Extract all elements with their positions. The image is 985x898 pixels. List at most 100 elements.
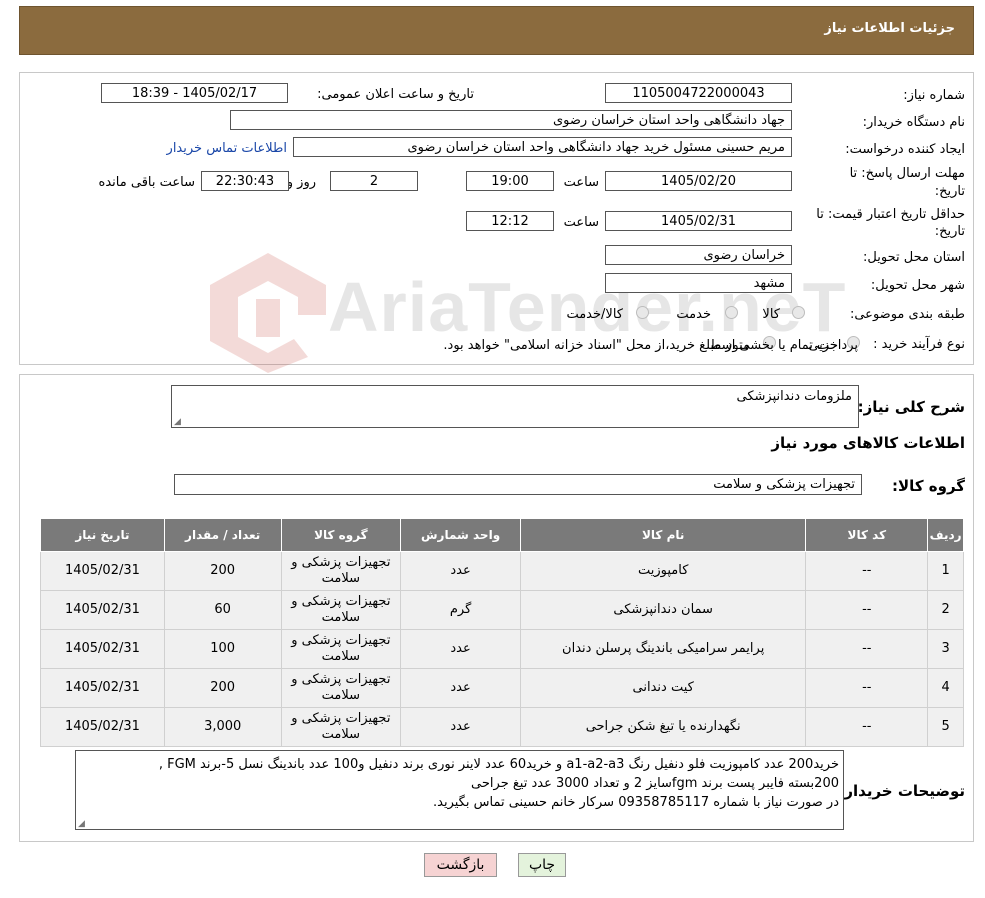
col-unit-header: واحد شمارش <box>400 518 521 552</box>
price-validity-date-field: 1405/02/31 <box>605 211 792 231</box>
watermark-logo-icon <box>210 253 326 373</box>
page-title: جزئیات اطلاعات نیاز <box>824 21 955 36</box>
col-name-header: نام کالا <box>519 518 807 552</box>
category-service-radio[interactable] <box>725 306 738 319</box>
announce-label: تاریخ و ساعت اعلان عمومی: <box>317 87 474 102</box>
province-label: استان محل تحویل: <box>863 250 965 265</box>
cell-qty: 200 <box>163 551 282 591</box>
cell-code: -- <box>805 629 929 669</box>
cell-unit: گرم <box>400 590 521 630</box>
remaining-time-field: 22:30:43 <box>201 171 289 191</box>
cell-date: 1405/02/31 <box>40 551 165 591</box>
price-validity-label-date: تاریخ: <box>934 224 965 239</box>
cell-unit: عدد <box>400 551 521 591</box>
days-label: روز و <box>286 175 316 190</box>
cell-row: 1 <box>927 551 964 591</box>
buyer-org-label: نام دستگاه خریدار: <box>862 115 965 130</box>
cell-unit: عدد <box>400 629 521 669</box>
buyer-contact-link[interactable]: اطلاعات تماس خریدار <box>167 141 287 156</box>
cell-name: کامپوزیت <box>519 551 807 591</box>
category-goods-service-label: کالا/خدمت <box>566 307 623 322</box>
price-validity-time-field: 12:12 <box>466 211 554 231</box>
cell-group: تجهیزات پزشکی و سلامت <box>280 629 402 669</box>
price-validity-label: حداقل تاریخ اعتبار قیمت: تا <box>816 207 965 222</box>
need-number-field: 1105004722000043 <box>605 83 792 103</box>
goods-group-field: تجهیزات پزشکی و سلامت <box>174 474 862 495</box>
goods-table: ردیف کد کالا نام کالا واحد شمارش گروه کا… <box>40 518 964 747</box>
cell-code: -- <box>805 590 929 630</box>
cell-name: پرایمر سرامیکی باندینگ پرسلن دندان <box>519 629 807 669</box>
city-field: مشهد <box>605 273 792 293</box>
cell-group: تجهیزات پزشکی و سلامت <box>280 668 402 708</box>
category-goods-label: کالا <box>762 307 780 322</box>
cell-qty: 200 <box>163 668 282 708</box>
cell-unit: عدد <box>400 707 521 747</box>
print-button[interactable]: چاپ <box>518 853 566 877</box>
buyer-notes-field: خرید200 عدد کامپوزیت فلو دنفیل رنگ a1-a2… <box>75 750 844 830</box>
col-group-header: گروه کالا <box>280 518 402 552</box>
table-row: 2 -- سمان دندانپزشکی گرم تجهیزات پزشکی و… <box>40 590 964 630</box>
table-row: 4 -- کیت دندانی عدد تجهیزات پزشکی و سلام… <box>40 668 964 708</box>
requester-field: مریم حسینی مسئول خرید جهاد دانشگاهی واحد… <box>293 137 792 157</box>
category-service-label: خدمت <box>676 307 711 322</box>
deadline-label-date: تاریخ: <box>934 184 965 199</box>
page-header: جزئیات اطلاعات نیاز <box>19 6 974 55</box>
table-header-row: ردیف کد کالا نام کالا واحد شمارش گروه کا… <box>40 518 964 552</box>
buyer-notes-line-3: در صورت نیاز با شماره 09358785117 سرکار … <box>433 795 839 810</box>
goods-info-title: اطلاعات کالاهای مورد نیاز <box>771 434 965 452</box>
buyer-notes-line-2: 200بسته فایبر پست برند fgmسایز 2 و تعداد… <box>471 776 839 791</box>
table-row: 1 -- کامپوزیت عدد تجهیزات پزشکی و سلامت … <box>40 551 964 591</box>
table-row: 3 -- پرایمر سرامیکی باندینگ پرسلن دندان … <box>40 629 964 669</box>
cell-code: -- <box>805 551 929 591</box>
category-goods-service-radio[interactable] <box>636 306 649 319</box>
cell-row: 4 <box>927 668 964 708</box>
buyer-org-field: جهاد دانشگاهی واحد استان خراسان رضوی <box>230 110 792 130</box>
cell-code: -- <box>805 668 929 708</box>
cell-group: تجهیزات پزشکی و سلامت <box>280 590 402 630</box>
need-description-text: ملزومات دندانپزشکی <box>736 389 852 404</box>
cell-name: سمان دندانپزشکی <box>519 590 807 630</box>
cell-date: 1405/02/31 <box>40 590 165 630</box>
cell-unit: عدد <box>400 668 521 708</box>
deadline-time-field: 19:00 <box>466 171 554 191</box>
cell-row: 2 <box>927 590 964 630</box>
process-note: پرداخت تمام یا بخشی از مبلغ خرید،از محل … <box>443 338 858 353</box>
cell-date: 1405/02/31 <box>40 707 165 747</box>
col-date-header: تاریخ نیاز <box>40 518 165 552</box>
announce-field: 1405/02/17 - 18:39 <box>101 83 288 103</box>
table-row: 5 -- نگهدارنده یا تیغ شکن جراحی عدد تجهی… <box>40 707 964 747</box>
cell-row: 3 <box>927 629 964 669</box>
category-goods-radio[interactable] <box>792 306 805 319</box>
cell-group: تجهیزات پزشکی و سلامت <box>280 551 402 591</box>
deadline-date-field: 1405/02/20 <box>605 171 792 191</box>
cell-name: کیت دندانی <box>519 668 807 708</box>
goods-group-label: گروه کالا: <box>892 477 965 495</box>
need-description-field: ملزومات دندانپزشکی ◢ <box>171 385 859 428</box>
deadline-time-label: ساعت <box>563 175 599 190</box>
resize-handle-icon: ◢ <box>78 819 85 829</box>
need-description-label: شرح کلی نیاز: <box>857 398 965 416</box>
cell-date: 1405/02/31 <box>40 629 165 669</box>
col-code-header: کد کالا <box>805 518 929 552</box>
cell-qty: 100 <box>163 629 282 669</box>
deadline-label: مهلت ارسال پاسخ: تا <box>849 166 965 181</box>
remaining-label: ساعت باقی مانده <box>98 175 195 190</box>
process-type-label: نوع فرآیند خرید : <box>873 337 965 352</box>
city-label: شهر محل تحویل: <box>870 278 965 293</box>
requester-label: ایجاد کننده درخواست: <box>845 142 965 157</box>
cell-date: 1405/02/31 <box>40 668 165 708</box>
cell-code: -- <box>805 707 929 747</box>
col-qty-header: تعداد / مقدار <box>163 518 282 552</box>
buyer-notes-line-1: خرید200 عدد کامپوزیت فلو دنفیل رنگ a1-a2… <box>158 757 839 772</box>
category-label: طبقه بندی موضوعی: <box>849 307 965 322</box>
resize-handle-icon: ◢ <box>174 417 181 427</box>
need-number-label: شماره نیاز: <box>903 88 965 103</box>
cell-qty: 60 <box>163 590 282 630</box>
buyer-notes-label: توضیحات خریدار: <box>838 782 965 800</box>
remaining-days-field: 2 <box>330 171 418 191</box>
price-validity-time-label: ساعت <box>563 215 599 230</box>
back-button[interactable]: بازگشت <box>424 853 497 877</box>
province-field: خراسان رضوی <box>605 245 792 265</box>
cell-row: 5 <box>927 707 964 747</box>
col-row-header: ردیف <box>927 518 964 552</box>
